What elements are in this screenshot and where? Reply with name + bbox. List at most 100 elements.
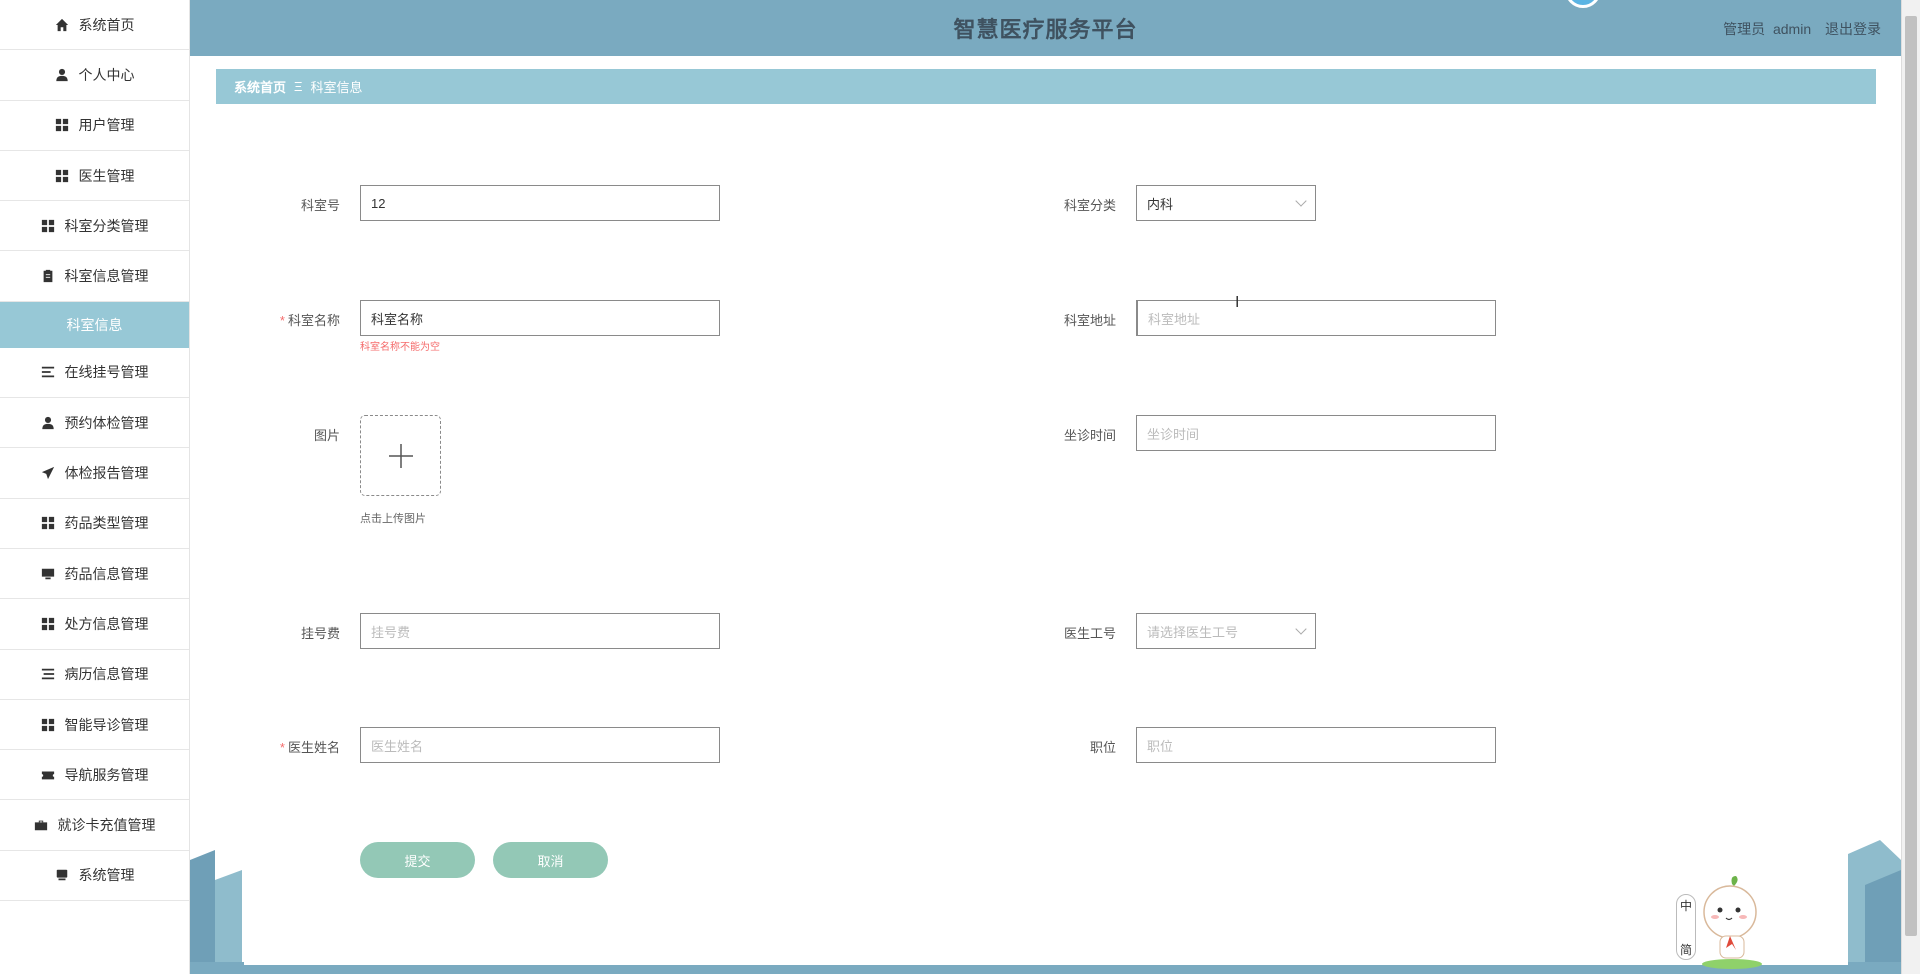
reg-fee-input[interactable]: 挂号费 bbox=[360, 613, 720, 649]
sidebar-item-card-recharge[interactable]: 就诊卡充值管理 bbox=[0, 800, 189, 851]
dept-category-label: 科室分类 bbox=[1063, 198, 1116, 213]
plus-icon bbox=[388, 443, 413, 468]
sidebar-item-users[interactable]: 用户管理 bbox=[0, 101, 189, 151]
breadcrumb-current: 科室信息 bbox=[310, 80, 363, 95]
sidebar-item-navigation[interactable]: 导航服务管理 bbox=[0, 750, 189, 801]
user-icon bbox=[55, 68, 69, 82]
list-icon bbox=[41, 667, 55, 681]
vertical-scrollbar[interactable] bbox=[1901, 0, 1920, 974]
header-user-area: 管理员 admin 退出登录 bbox=[1723, 19, 1881, 39]
sidebar-item-label: 系统管理 bbox=[78, 867, 135, 884]
sidebar-item-label: 科室信息管理 bbox=[64, 268, 149, 285]
clinic-time-label: 坐诊时间 bbox=[1063, 428, 1116, 443]
doctor-id-placeholder: 请选择医生工号 bbox=[1147, 624, 1239, 640]
list-icon bbox=[41, 365, 55, 379]
cancel-button[interactable]: 取消 bbox=[493, 842, 608, 878]
sidebar-item-label: 预约体检管理 bbox=[64, 414, 149, 431]
sidebar-item-label: 导航服务管理 bbox=[64, 766, 149, 783]
clipboard-icon bbox=[41, 269, 55, 283]
doctor-name-input[interactable]: 医生姓名 bbox=[360, 727, 720, 763]
monitor-icon bbox=[41, 567, 55, 581]
breadcrumb-separator: Ξ bbox=[294, 79, 303, 94]
screen-icon bbox=[55, 868, 69, 882]
page-title: 智慧医疗服务平台 bbox=[953, 17, 1138, 42]
sidebar-item-drug-type[interactable]: 药品类型管理 bbox=[0, 499, 189, 549]
sidebar-item-smart-guide[interactable]: 智能导诊管理 bbox=[0, 700, 189, 751]
dept-name-input[interactable]: 科室名称 bbox=[360, 300, 720, 336]
doctor-id-label: 医生工号 bbox=[1063, 626, 1116, 641]
username: admin bbox=[1772, 21, 1812, 37]
position-label: 职位 bbox=[1089, 740, 1116, 755]
user-role: 管理员 bbox=[1723, 21, 1766, 37]
sidebar-item-label: 个人中心 bbox=[78, 66, 135, 83]
sidebar-item-label: 处方信息管理 bbox=[64, 615, 149, 632]
sidebar-item-label: 药品信息管理 bbox=[64, 565, 149, 582]
sidebar-item-label: 在线挂号管理 bbox=[64, 364, 149, 381]
dept-address-label: 科室地址 bbox=[1063, 313, 1116, 328]
sidebar-item-prescription[interactable]: 处方信息管理 bbox=[0, 599, 189, 650]
breadcrumb: 系统首页 Ξ 科室信息 bbox=[216, 69, 1876, 104]
avatar bbox=[1565, 0, 1601, 8]
sidebar-item-dept-category[interactable]: 科室分类管理 bbox=[0, 201, 189, 252]
dept-name-label: * 科室名称 bbox=[279, 313, 340, 328]
left-wave-decoration bbox=[190, 850, 242, 974]
dept-no-label: 科室号 bbox=[300, 198, 340, 213]
mascot-char-jian: 简 bbox=[1679, 943, 1692, 957]
dept-no-input[interactable]: 12 bbox=[360, 185, 720, 221]
sidebar-item-label: 病历信息管理 bbox=[64, 666, 149, 683]
dept-name-error: 科室名称不能为空 bbox=[360, 342, 440, 353]
sidebar-item-label: 科室分类管理 bbox=[64, 217, 149, 234]
sidebar-item-label: 用户管理 bbox=[78, 117, 135, 134]
sidebar-item-doctors[interactable]: 医生管理 bbox=[0, 151, 189, 202]
briefcase-icon bbox=[34, 818, 48, 832]
picture-label: 图片 bbox=[313, 428, 340, 443]
doctor-id-select[interactable]: 请选择医生工号 bbox=[1136, 613, 1316, 649]
ticket-icon bbox=[41, 768, 55, 782]
mascot-tag: 中 简 bbox=[1676, 894, 1696, 960]
position-input[interactable]: 职位 bbox=[1136, 727, 1496, 763]
chevron-down-icon bbox=[1295, 195, 1307, 207]
sidebar-item-medical-record[interactable]: 病历信息管理 bbox=[0, 650, 189, 700]
logout-link[interactable]: 退出登录 bbox=[1825, 21, 1881, 37]
grid-icon bbox=[55, 118, 69, 132]
sidebar-item-personal[interactable]: 个人中心 bbox=[0, 50, 189, 101]
dept-address-input[interactable]: 科室地址 bbox=[1136, 300, 1496, 336]
sidebar-item-drug-info[interactable]: 药品信息管理 bbox=[0, 549, 189, 600]
sidebar-item-home[interactable]: 系统首页 bbox=[0, 0, 189, 51]
sidebar-item-system[interactable]: 系统管理 bbox=[0, 851, 189, 902]
text-cursor-icon: I bbox=[1235, 294, 1240, 311]
scrollbar-thumb[interactable] bbox=[1905, 16, 1917, 936]
sidebar-item-report[interactable]: 体检报告管理 bbox=[0, 448, 189, 499]
sidebar: 系统首页 个人中心 用户管理 医生管理 科室分类管理 科室信息管理 科室信息 在… bbox=[0, 0, 190, 974]
mascot-character-image bbox=[1702, 876, 1762, 969]
clinic-time-input[interactable]: 坐诊时间 bbox=[1136, 415, 1496, 451]
home-icon bbox=[55, 18, 69, 32]
sidebar-subitem-label: 科室信息 bbox=[66, 316, 123, 333]
sidebar-item-label: 医生管理 bbox=[78, 167, 135, 184]
reg-fee-label: 挂号费 bbox=[300, 626, 340, 641]
sidebar-item-registration[interactable]: 在线挂号管理 bbox=[0, 348, 189, 399]
chevron-down-icon bbox=[1295, 623, 1307, 635]
sidebar-item-dept-info[interactable]: 科室信息管理 bbox=[0, 251, 189, 302]
sidebar-subitem-dept-info[interactable]: 科室信息 bbox=[0, 301, 189, 348]
grid-icon bbox=[55, 169, 69, 183]
grid-icon bbox=[41, 617, 55, 631]
dept-category-select[interactable]: 内科 bbox=[1136, 185, 1316, 221]
user-icon bbox=[41, 416, 55, 430]
breadcrumb-home[interactable]: 系统首页 bbox=[234, 77, 286, 96]
sidebar-item-label: 就诊卡充值管理 bbox=[57, 817, 156, 834]
sidebar-item-label: 智能导诊管理 bbox=[64, 716, 149, 733]
dept-category-value: 内科 bbox=[1147, 196, 1174, 212]
picture-upload[interactable] bbox=[360, 415, 441, 496]
grid-icon bbox=[41, 516, 55, 530]
sidebar-item-label: 体检报告管理 bbox=[64, 465, 149, 482]
submit-button[interactable]: 提交 bbox=[360, 842, 475, 878]
doctor-name-label: * 医生姓名 bbox=[279, 740, 340, 755]
mascot-char-zhong: 中 bbox=[1679, 899, 1692, 913]
right-wave-decoration bbox=[1848, 840, 1901, 974]
grid-icon bbox=[41, 718, 55, 732]
grid-icon bbox=[41, 219, 55, 233]
mascot-widget[interactable]: 中 简 bbox=[1672, 872, 1772, 972]
send-icon bbox=[41, 466, 55, 480]
sidebar-item-checkup[interactable]: 预约体检管理 bbox=[0, 398, 189, 449]
